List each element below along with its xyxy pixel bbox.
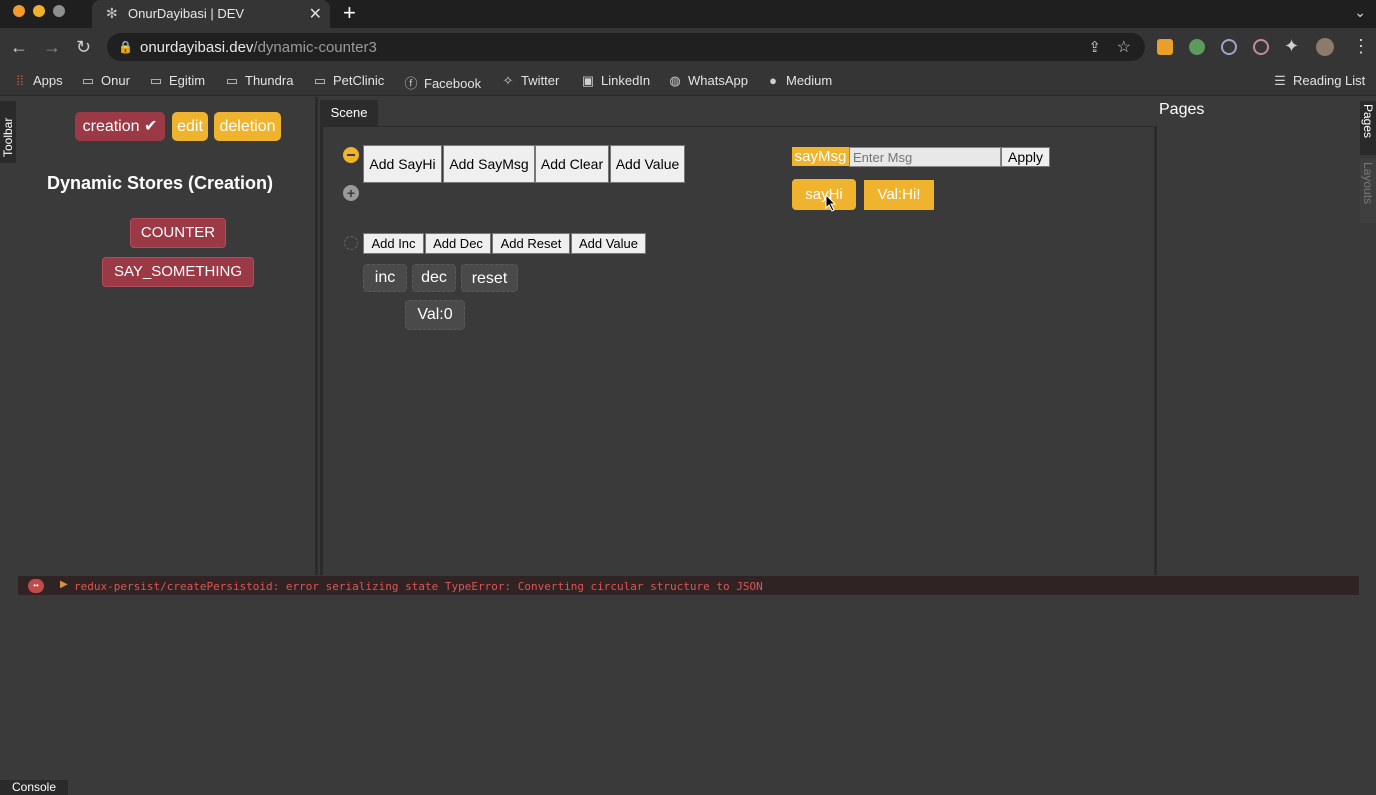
new-tab-button[interactable]: +	[343, 2, 356, 24]
bookmark-facebook[interactable]: ⓕ Facebook	[403, 73, 481, 92]
pages-panel: Pages	[1158, 97, 1358, 575]
message-input[interactable]	[849, 147, 1001, 167]
mouse-cursor-icon	[825, 194, 837, 212]
add-clear-button[interactable]: Add Clear	[535, 145, 609, 183]
bookmark-egitim[interactable]: ▭ Egitim	[148, 73, 205, 89]
tab-close-icon[interactable]: ✕	[309, 4, 322, 24]
browser-toolbar: ← → ↻ 🔒 onurdayibasi.dev/dynamic-counter…	[0, 28, 1376, 66]
pages-side-tab[interactable]: Pages	[1360, 101, 1376, 155]
tab-strip: ✻ OnurDayibasi | DEV ✕ + ⌄	[0, 0, 1376, 28]
bookmark-medium[interactable]: ● Medium	[765, 73, 832, 88]
tab-title: OnurDayibasi | DEV	[128, 6, 245, 21]
reload-icon[interactable]: ↻	[76, 37, 91, 57]
active-tab[interactable]: ✻ OnurDayibasi | DEV ✕	[92, 0, 330, 28]
creation-mode-button[interactable]: creation ✔	[75, 112, 165, 141]
bookmarks-bar: ⁞⁞ Apps ▭ Onur ▭ Egitim ▭ Thundra ▭ PetClinic…	[0, 66, 1376, 96]
deletion-mode-button[interactable]: deletion	[214, 112, 281, 141]
folder-icon: ▭	[81, 73, 95, 88]
bookmark-linkedin[interactable]: ▣ LinkedIn	[580, 73, 650, 89]
edit-mode-button[interactable]: edit	[172, 112, 208, 141]
extension-redux-devtools-icon[interactable]	[1253, 39, 1269, 55]
app-root: Toolbar creation ✔ edit deletion Dynamic…	[0, 97, 1376, 795]
add-plus-icon[interactable]: +	[343, 185, 359, 201]
bookmark-thundra[interactable]: ▭ Thundra	[224, 73, 294, 89]
checkmark-icon: ✔	[143, 118, 158, 135]
expand-triangle-icon[interactable]: ▶	[60, 579, 68, 590]
add-value-button[interactable]: Add Value	[610, 145, 685, 183]
scene-tab[interactable]: Scene	[320, 100, 378, 126]
add-dec-button[interactable]: Add Dec	[425, 233, 491, 254]
console-tab[interactable]: Console	[0, 780, 68, 795]
tab-search-chevron-icon[interactable]: ⌄	[1354, 4, 1366, 21]
minimize-window-dot[interactable]	[33, 5, 45, 17]
folder-icon: ▭	[225, 73, 239, 88]
extension-react-devtools-icon[interactable]	[1221, 39, 1237, 55]
bookmark-apps[interactable]: ⁞⁞ Apps	[12, 73, 62, 88]
bookmark-star-icon[interactable]: ☆	[1117, 37, 1131, 57]
browser-menu-icon[interactable]: ⋮	[1352, 36, 1370, 56]
bookmark-whatsapp[interactable]: ◍ WhatsApp	[667, 73, 748, 89]
address-bar[interactable]: 🔒 onurdayibasi.dev/dynamic-counter3 ⇪ ☆	[107, 33, 1145, 61]
scene-canvas: + Add SayHi Add SayMsg Add Clear Add Val…	[320, 126, 1157, 575]
bookmark-twitter[interactable]: ✧ Twitter	[500, 73, 560, 89]
twitter-icon: ✧	[502, 73, 514, 88]
profile-avatar[interactable]	[1316, 38, 1334, 56]
saymsg-label: sayMsg	[792, 147, 849, 166]
console-error-line[interactable]: •• ▶ redux-persist/createPersistoid: err…	[18, 575, 1359, 596]
lock-icon: 🔒	[118, 40, 133, 54]
back-arrow-icon[interactable]: ←	[10, 37, 28, 57]
collapse-minus-icon[interactable]	[343, 147, 359, 163]
left-panel: creation ✔ edit deletion Dynamic Stores …	[18, 97, 318, 575]
extensions-puzzle-icon[interactable]: ✦	[1284, 36, 1299, 56]
add-sayhi-button[interactable]: Add SayHi	[363, 145, 442, 183]
error-message: redux-persist/createPersistoid: error se…	[74, 580, 763, 593]
add-reset-button[interactable]: Add Reset	[492, 233, 570, 254]
error-icon: ••	[28, 579, 44, 593]
inc-button[interactable]: inc	[363, 264, 407, 292]
bookmark-onur[interactable]: ▭ Onur	[80, 73, 130, 89]
url-text: onurdayibasi.dev/dynamic-counter3	[140, 39, 377, 56]
store-say-something-button[interactable]: SAY_SOMETHING	[102, 257, 254, 287]
panel-title: Dynamic Stores (Creation)	[46, 173, 274, 193]
store-counter-button[interactable]: COUNTER	[130, 218, 226, 248]
browser-window: ✻ OnurDayibasi | DEV ✕ + ⌄ ← → ↻ 🔒 onurd…	[0, 0, 1376, 795]
medium-icon: ●	[769, 73, 777, 88]
reading-list-button[interactable]: ☰ Reading List	[1272, 73, 1365, 89]
console-panel: •• ▶ redux-persist/createPersistoid: err…	[18, 575, 1359, 775]
bookmark-petclinic[interactable]: ▭ PetClinic	[312, 73, 384, 89]
add-saymsg-button[interactable]: Add SayMsg	[443, 145, 535, 183]
sayhi-button[interactable]: sayHi	[792, 179, 856, 210]
reading-list-icon: ☰	[1274, 73, 1286, 88]
folder-icon: ▭	[313, 73, 327, 88]
counter-value: Val:0	[405, 300, 465, 330]
add-value-counter-button[interactable]: Add Value	[571, 233, 646, 254]
share-icon[interactable]: ⇪	[1088, 38, 1101, 56]
group-handle-icon[interactable]	[344, 236, 358, 250]
add-inc-button[interactable]: Add Inc	[363, 233, 424, 254]
linkedin-icon: ▣	[581, 73, 595, 88]
extension-grammarly-icon[interactable]	[1189, 39, 1205, 55]
dec-button[interactable]: dec	[412, 264, 456, 292]
site-favicon-icon: ✻	[106, 5, 118, 21]
toolbar-side-tab[interactable]: Toolbar	[0, 101, 16, 163]
apply-button[interactable]: Apply	[1001, 147, 1050, 167]
forward-arrow-icon[interactable]: →	[43, 37, 61, 57]
close-window-dot[interactable]	[13, 5, 25, 17]
reset-button[interactable]: reset	[461, 264, 518, 292]
apps-grid-icon: ⁞⁞	[16, 73, 24, 88]
layouts-side-tab[interactable]: Layouts	[1360, 159, 1376, 223]
pages-title: Pages	[1159, 101, 1205, 118]
zoom-window-dot[interactable]	[53, 5, 65, 17]
whatsapp-icon: ◍	[669, 73, 681, 88]
facebook-icon: ⓕ	[404, 76, 418, 91]
extension-a-icon[interactable]	[1157, 39, 1173, 55]
folder-icon: ▭	[149, 73, 163, 88]
say-value-display: Val:Hi!	[864, 180, 934, 210]
